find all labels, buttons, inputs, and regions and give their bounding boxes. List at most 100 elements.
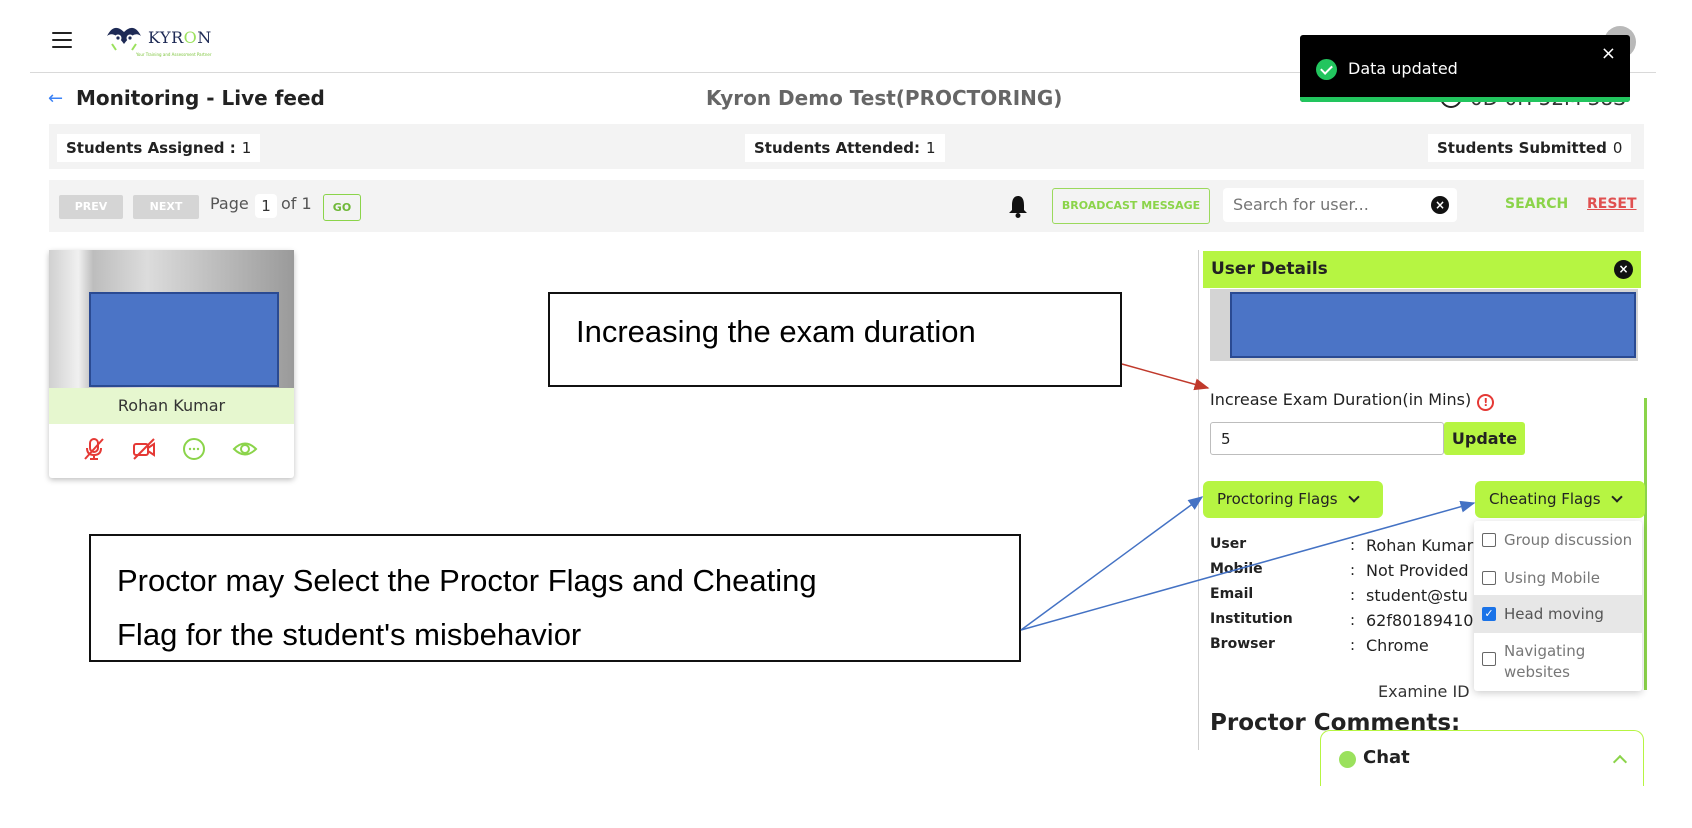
option-label: Using Mobile [1504,569,1600,587]
prev-button[interactable]: PREV [59,195,123,219]
mic-off-icon[interactable] [81,436,107,462]
eye-icon[interactable] [232,436,258,462]
cheating-flags-dropdown: Group discussion Using Mobile ✓ Head movi… [1474,521,1642,691]
info-key: Institution [1210,611,1293,627]
close-icon[interactable]: × [1601,43,1616,64]
info-value: 62f801894100 [1366,611,1482,630]
search-input[interactable] [1223,188,1423,220]
arrow-to-proctoring-flags [1020,496,1204,631]
exam-duration-input[interactable] [1210,422,1444,455]
stat-attended-value: 1 [926,139,936,157]
page-label: Page [210,194,249,213]
info-icon[interactable]: ! [1477,394,1495,411]
broadcast-message-button[interactable]: BROADCAST MESSAGE [1052,188,1210,224]
close-icon[interactable]: × [1614,260,1633,279]
info-key: Mobile [1210,561,1263,577]
student-card-actions [49,436,294,466]
stat-assigned-value: 1 [241,139,252,157]
exam-duration-label-text: Increase Exam Duration(in Mins) [1210,390,1472,409]
search-button[interactable]: SEARCH [1505,196,1568,212]
chat-bubble-icon[interactable] [181,436,207,462]
stat-assigned-label: Students Assigned : [66,139,236,157]
stat-submitted-value: 0 [1612,139,1623,157]
back-arrow-icon[interactable]: ← [48,88,63,109]
stat-attended: Students Attended: 1 [745,134,945,162]
page-title: Monitoring - Live feed [76,86,325,110]
exam-duration-label: Increase Exam Duration(in Mins)! [1210,390,1495,411]
stat-submitted-label: Students Submitted [1437,139,1607,157]
info-key: User [1210,536,1247,552]
info-value: Not Provided [1366,561,1469,580]
go-button[interactable]: GO [323,194,361,221]
kyron-logo-icon [107,27,141,51]
info-value: Rohan Kumar [1366,536,1474,555]
brand-name: KYRON [148,28,212,47]
cheating-option[interactable]: Using Mobile [1474,565,1642,591]
option-label: Head moving [1504,605,1604,623]
info-key: Email [1210,586,1254,602]
chevron-up-icon[interactable] [1612,754,1628,770]
toast-notification: Data updated × [1300,35,1630,102]
info-value: student@stu [1366,586,1468,605]
user-photo [1210,289,1638,361]
annotation-flags: Proctor may Select the Proctor Flags and… [89,534,1021,662]
cheating-flags-label: Cheating Flags [1489,490,1601,508]
menu-icon[interactable] [52,32,72,48]
info-value: Chrome [1366,636,1429,655]
option-label: Group discussion [1504,531,1633,549]
stat-attended-label: Students Attended: [754,139,921,157]
checkbox[interactable] [1482,533,1496,547]
toast-message: Data updated [1348,59,1458,78]
student-card[interactable]: Rohan Kumar [49,250,294,478]
proctoring-flags-button[interactable]: Proctoring Flags [1203,481,1383,518]
stat-submitted: Students Submitted 0 [1428,134,1632,162]
online-status-icon [1339,751,1356,768]
checkbox[interactable] [1482,652,1496,666]
student-camera-feed [49,250,294,388]
clear-search-icon[interactable]: × [1431,196,1449,214]
redacted-area [1230,292,1636,358]
check-circle-icon [1316,59,1337,80]
info-key: Browser [1210,636,1275,652]
info-colon: : [1350,636,1356,654]
bell-icon[interactable] [1007,194,1029,218]
user-details-header: User Details × [1203,251,1641,288]
toast-progress-bar [1300,97,1630,102]
chat-label: Chat [1363,747,1410,768]
next-button[interactable]: NEXT [133,195,199,219]
proctoring-flags-label: Proctoring Flags [1217,490,1338,508]
examine-id-label: Examine ID [1378,682,1470,701]
page-of-label: of 1 [281,194,312,213]
info-colon: : [1350,536,1356,554]
panel-scroll-indicator[interactable] [1644,398,1647,690]
redacted-area [89,292,279,387]
info-colon: : [1350,586,1356,604]
checkbox-checked[interactable]: ✓ [1482,607,1496,621]
panel-divider [1198,250,1199,750]
search-field: × [1223,188,1457,222]
chat-widget[interactable]: Chat [1320,730,1644,786]
cheating-option[interactable]: Navigating websites [1474,640,1624,684]
cheating-option-selected[interactable]: ✓ Head moving [1474,595,1642,633]
cheating-flags-button[interactable]: Cheating Flags [1475,481,1645,518]
stats-bar: Students Assigned : 1 Students Attended: 1… [49,124,1644,169]
reset-button[interactable]: RESET [1587,196,1637,212]
brand-logo[interactable]: KYRON Your Training and Assessment Partn… [104,20,224,60]
student-name: Rohan Kumar [49,388,294,424]
user-details-title: User Details [1211,259,1328,279]
info-colon: : [1350,611,1356,629]
checkbox[interactable] [1482,571,1496,585]
option-label: Navigating websites [1504,642,1586,681]
proctor-comments-heading: Proctor Comments: [1210,710,1461,732]
info-colon: : [1350,561,1356,579]
test-title: Kyron Demo Test(PROCTORING) [706,86,1063,110]
annotation-line: Proctor may Select the Proctor Flags and… [117,563,817,598]
cheating-option[interactable]: Group discussion [1474,527,1642,553]
annotation-exam-duration: Increasing the exam duration [548,292,1122,387]
stat-assigned: Students Assigned : 1 [57,134,261,162]
camera-off-icon[interactable] [131,436,157,462]
update-button[interactable]: Update [1444,422,1525,455]
arrow-to-duration [1121,363,1210,391]
chevron-down-icon [1610,491,1623,503]
page-number-input[interactable] [255,194,277,218]
